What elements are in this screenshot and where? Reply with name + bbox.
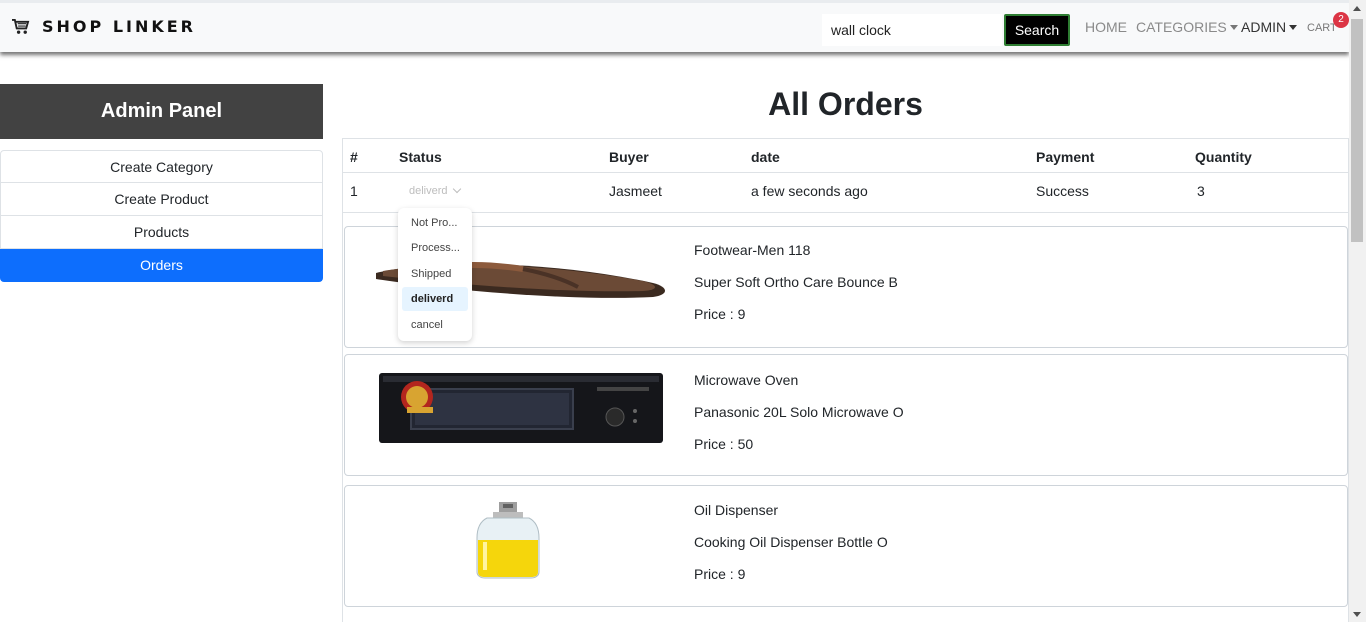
status-option-delivered[interactable]: deliverd: [402, 287, 468, 311]
status-select[interactable]: deliverd: [409, 184, 461, 197]
column-header-payment: Payment: [1036, 149, 1095, 165]
status-option-cancel[interactable]: cancel: [402, 313, 468, 337]
nav-categories-label: CATEGORIES: [1136, 19, 1227, 35]
order-date: a few seconds ago: [751, 183, 868, 199]
nav-cart-link[interactable]: CART: [1307, 22, 1337, 34]
menu-orders[interactable]: Orders: [0, 249, 323, 282]
order-index: 1: [350, 183, 358, 199]
column-header-quantity: Quantity: [1195, 149, 1252, 165]
order-buyer: Jasmeet: [609, 183, 662, 199]
column-header-index: #: [350, 149, 358, 165]
product-price: Price : 9: [694, 306, 746, 322]
order-quantity: 3: [1197, 183, 1205, 199]
product-item: Footwear-Men 118 Super Soft Ortho Care B…: [344, 226, 1348, 348]
admin-panel-title: Admin Panel: [0, 84, 323, 139]
product-name: Footwear-Men 118: [694, 242, 811, 258]
product-item: Oil Dispenser Cooking Oil Dispenser Bott…: [344, 485, 1348, 607]
status-option-not-processed[interactable]: Not Pro...: [402, 211, 468, 235]
menu-create-product[interactable]: Create Product: [0, 183, 323, 216]
order-payment: Success: [1036, 183, 1089, 199]
column-header-status: Status: [399, 149, 442, 165]
search-input[interactable]: [822, 14, 1002, 46]
navbar: SHOP LINKER Search HOME CATEGORIES ADMIN…: [0, 0, 1349, 52]
nav-admin-dropdown[interactable]: ADMIN: [1241, 19, 1298, 35]
caret-down-icon: [1229, 25, 1238, 30]
column-header-buyer: Buyer: [609, 149, 649, 165]
cart-icon: [12, 18, 30, 34]
microwave-image: [379, 373, 663, 443]
nav-admin-label: ADMIN: [1241, 19, 1287, 35]
table-row: 1 deliverd Jasmeet a few seconds ago Suc…: [343, 173, 1348, 213]
brand-name: SHOP LINKER: [42, 17, 196, 36]
product-price: Price : 50: [694, 436, 754, 452]
product-name: Microwave Oven: [694, 372, 799, 388]
menu-create-category[interactable]: Create Category: [0, 150, 323, 183]
product-description: Panasonic 20L Solo Microwave O: [694, 404, 904, 420]
cart-count-badge: 2: [1333, 12, 1349, 28]
brand[interactable]: SHOP LINKER: [11, 17, 196, 36]
page-scrollbar[interactable]: [1349, 0, 1366, 622]
oil-dispenser-image: [476, 502, 540, 579]
product-price: Price : 9: [694, 566, 746, 582]
status-select-value: deliverd: [409, 185, 448, 197]
status-dropdown-menu: Not Pro... Process... Shipped deliverd c…: [398, 208, 472, 341]
column-header-date: date: [751, 149, 780, 165]
search-button[interactable]: Search: [1004, 14, 1070, 46]
order-card: # Status Buyer date Payment Quantity 1 d…: [342, 138, 1349, 622]
chevron-down-icon: [452, 184, 461, 194]
nav-home-link[interactable]: HOME: [1085, 19, 1127, 35]
caret-down-icon: [1289, 25, 1298, 30]
scroll-down-icon[interactable]: [1353, 612, 1361, 617]
table-header: # Status Buyer date Payment Quantity: [343, 139, 1348, 173]
scroll-up-icon[interactable]: [1353, 6, 1361, 11]
menu-products[interactable]: Products: [0, 216, 323, 249]
admin-menu: Create Category Create Product Products …: [0, 150, 323, 282]
product-item: Microwave Oven Panasonic 20L Solo Microw…: [344, 354, 1348, 476]
product-name: Oil Dispenser: [694, 502, 779, 518]
product-description: Cooking Oil Dispenser Bottle O: [694, 534, 888, 550]
product-description: Super Soft Ortho Care Bounce B: [694, 274, 898, 290]
status-option-processing[interactable]: Process...: [402, 236, 468, 260]
status-option-shipped[interactable]: Shipped: [402, 262, 468, 286]
nav-categories-dropdown[interactable]: CATEGORIES: [1136, 19, 1238, 35]
page-title: All Orders: [768, 86, 923, 122]
scrollbar-thumb[interactable]: [1351, 19, 1363, 242]
